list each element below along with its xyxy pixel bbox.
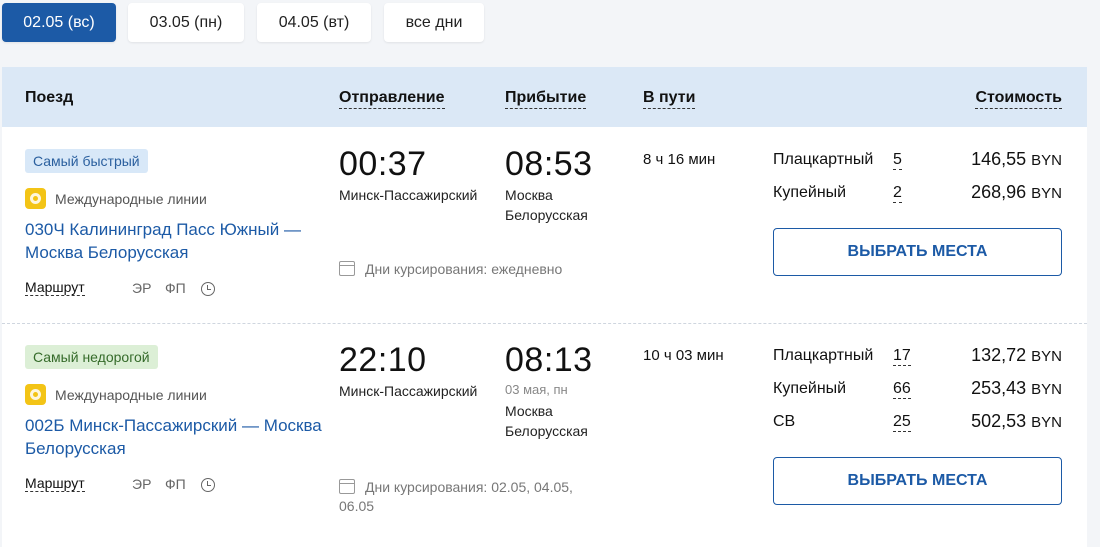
fastest-badge: Самый быстрый bbox=[25, 149, 148, 173]
train-row: Самый недорогой Международные линии 002Б… bbox=[2, 323, 1087, 547]
er-tag: ЭР bbox=[132, 476, 152, 492]
class-price: 146,55 BYN bbox=[971, 149, 1062, 170]
price-value: 268,96 bbox=[971, 182, 1027, 202]
category-label: Международные линии bbox=[55, 386, 207, 403]
category-label: Международные линии bbox=[55, 190, 207, 207]
price-value: 132,72 bbox=[971, 345, 1027, 365]
header-arrival-sort[interactable]: Прибытие bbox=[505, 89, 587, 109]
select-seats-button[interactable]: ВЫБРАТЬ МЕСТА bbox=[773, 457, 1062, 505]
er-tag: ЭР bbox=[132, 280, 152, 296]
seats-count[interactable]: 66 bbox=[893, 380, 911, 399]
tab-date-04-05[interactable]: 04.05 (вт) bbox=[257, 3, 371, 42]
header-duration-sort[interactable]: В пути bbox=[643, 89, 696, 109]
departure-time: 22:10 bbox=[339, 341, 427, 379]
price-value: 253,43 bbox=[971, 378, 1027, 398]
price-currency: BYN bbox=[1031, 381, 1062, 398]
price-currency: BYN bbox=[1031, 348, 1062, 365]
class-price: 268,96 BYN bbox=[971, 182, 1062, 203]
select-seats-button[interactable]: ВЫБРАТЬ МЕСТА bbox=[773, 228, 1062, 276]
travel-duration: 8 ч 16 мин bbox=[643, 151, 716, 168]
departure-station: Минск-Пассажирский bbox=[339, 383, 478, 399]
train-name-link[interactable]: 002Б Минск-Пассажирский — Москва Белорус… bbox=[25, 414, 325, 460]
arrival-time: 08:13 bbox=[505, 341, 593, 379]
price-currency: BYN bbox=[1031, 414, 1062, 431]
header-departure-sort[interactable]: Отправление bbox=[339, 89, 445, 109]
calendar-icon bbox=[339, 261, 355, 276]
cheapest-badge: Самый недорогой bbox=[25, 345, 158, 369]
travel-duration: 10 ч 03 мин bbox=[643, 347, 724, 364]
running-days: Дни курсирования: ежедневно bbox=[339, 260, 562, 279]
class-price: 502,53 BYN bbox=[971, 411, 1062, 432]
international-lines-icon bbox=[25, 384, 46, 405]
seats-count[interactable]: 5 bbox=[893, 151, 902, 170]
fp-tag: ФП bbox=[165, 280, 186, 296]
category-line: Международные линии bbox=[25, 188, 207, 209]
class-name: Купейный bbox=[773, 184, 847, 201]
category-line: Международные линии bbox=[25, 384, 207, 405]
class-price: 253,43 BYN bbox=[971, 378, 1062, 399]
running-days-label-2: 06.05 bbox=[339, 498, 375, 514]
clock-icon bbox=[201, 478, 215, 492]
price-currency: BYN bbox=[1031, 185, 1062, 202]
running-days-label: Дни курсирования: ежедневно bbox=[365, 261, 563, 277]
seats-count[interactable]: 2 bbox=[893, 184, 902, 203]
tab-all-days[interactable]: все дни bbox=[384, 3, 484, 42]
departure-station: Минск-Пассажирский bbox=[339, 187, 478, 203]
arrival-station-name: Белорусская bbox=[505, 423, 588, 439]
arrival-station-name: Белорусская bbox=[505, 207, 588, 223]
train-name-link[interactable]: 030Ч Калининград Пасс Южный — Москва Бел… bbox=[25, 218, 325, 264]
train-results-table: Поезд Отправление Прибытие В пути Стоимо… bbox=[2, 67, 1087, 547]
price-value: 502,53 bbox=[971, 411, 1027, 431]
route-link[interactable]: Маршрут bbox=[25, 279, 85, 296]
tab-date-02-05[interactable]: 02.05 (вс) bbox=[2, 3, 116, 42]
class-name: Купейный bbox=[773, 380, 847, 397]
tab-date-03-05[interactable]: 03.05 (пн) bbox=[128, 3, 244, 42]
header-cost-sort[interactable]: Стоимость bbox=[975, 89, 1062, 109]
table-header: Поезд Отправление Прибытие В пути Стоимо… bbox=[2, 67, 1087, 127]
arrival-time: 08:53 bbox=[505, 145, 593, 183]
clock-icon bbox=[201, 282, 215, 296]
class-price: 132,72 BYN bbox=[971, 345, 1062, 366]
running-days-label: Дни курсирования: 02.05, 04.05, bbox=[365, 479, 573, 495]
running-days-continued: 06.05 bbox=[339, 497, 374, 516]
date-tabs: 02.05 (вс) 03.05 (пн) 04.05 (вт) все дни bbox=[0, 0, 1100, 60]
seats-count[interactable]: 25 bbox=[893, 413, 911, 432]
seats-count[interactable]: 17 bbox=[893, 347, 911, 366]
arrival-station-city: Москва bbox=[505, 187, 553, 203]
class-name: Плацкартный bbox=[773, 151, 874, 168]
arrival-station-city: Москва bbox=[505, 403, 553, 419]
departure-time: 00:37 bbox=[339, 145, 427, 183]
class-name: Плацкартный bbox=[773, 347, 874, 364]
arrival-date: 03 мая, пн bbox=[505, 382, 568, 397]
running-days: Дни курсирования: 02.05, 04.05, bbox=[339, 478, 573, 497]
route-link[interactable]: Маршрут bbox=[25, 475, 85, 492]
train-row: Самый быстрый Международные линии 030Ч К… bbox=[2, 127, 1087, 323]
calendar-icon bbox=[339, 479, 355, 494]
price-currency: BYN bbox=[1031, 152, 1062, 169]
price-value: 146,55 bbox=[971, 149, 1027, 169]
fp-tag: ФП bbox=[165, 476, 186, 492]
international-lines-icon bbox=[25, 188, 46, 209]
class-name: СВ bbox=[773, 413, 796, 430]
header-train: Поезд bbox=[25, 89, 74, 106]
